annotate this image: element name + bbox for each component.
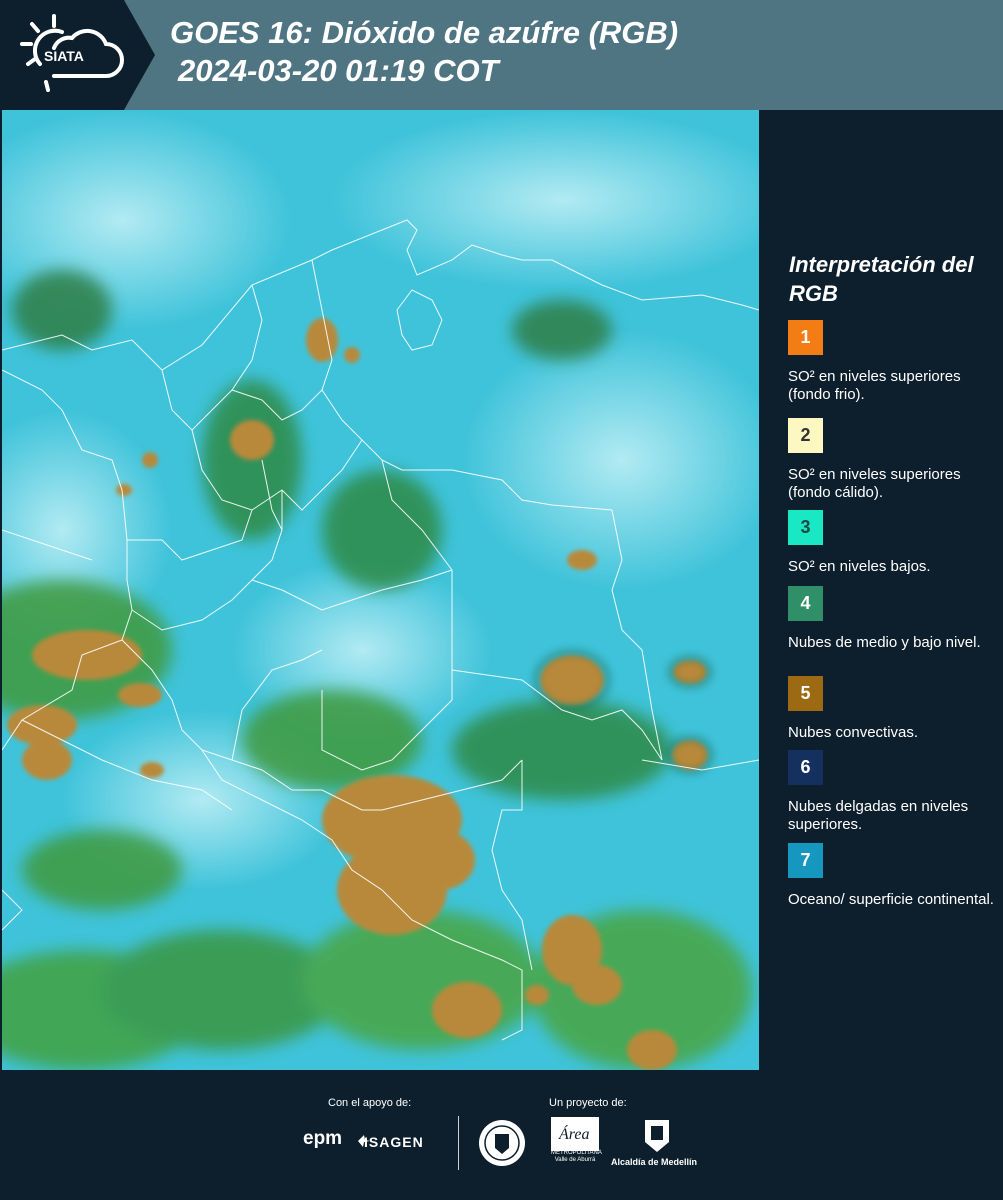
legend-item-4: 4 Nubes de medio y bajo nivel. bbox=[788, 586, 998, 652]
page-title: GOES 16: Dióxido de azúfre (RGB) 2024-03-… bbox=[170, 14, 678, 90]
legend-swatch-7: 7 bbox=[788, 843, 823, 878]
legend-label-2: SO² en niveles superiores (fondo cálido)… bbox=[788, 466, 961, 501]
legend-swatch-1: 1 bbox=[788, 320, 823, 355]
footer: Con el apoyo de: Un proyecto de: epm ISA… bbox=[0, 1070, 1003, 1200]
support-label: Con el apoyo de: bbox=[328, 1097, 412, 1109]
logo-text: SIATA bbox=[44, 48, 84, 64]
alcaldia-shield-icon bbox=[645, 1120, 669, 1152]
legend-label-4: Nubes de medio y bajo nivel. bbox=[788, 634, 981, 651]
area-line-2: Valle de Aburrá bbox=[554, 1157, 596, 1163]
legend-label-1: SO² en niveles superiores (fondo frio). bbox=[788, 368, 961, 403]
area-metropolitana-logo-icon: Área bbox=[551, 1117, 599, 1151]
area-metropolitana-label: METROPOLITANA Valle de Aburrá bbox=[551, 1150, 602, 1164]
footer-divider bbox=[458, 1116, 459, 1170]
siata-logo: SIATA bbox=[0, 0, 155, 110]
svg-text:Área: Área bbox=[558, 1124, 590, 1143]
legend-label-6: Nubes delgadas en niveles superiores. bbox=[788, 798, 969, 833]
epm-logo: epm bbox=[303, 1128, 343, 1149]
legend-item-6: 6 Nubes delgadas en niveles superiores. bbox=[788, 750, 998, 834]
legend-swatch-3: 3 bbox=[788, 510, 823, 545]
alcaldia-label: Alcaldía de Medellín bbox=[611, 1157, 698, 1167]
legend-item-5: 5 Nubes convectivas. bbox=[788, 676, 998, 742]
universidad-seal-icon bbox=[479, 1120, 525, 1166]
title-line-2: 2024-03-20 01:19 COT bbox=[178, 53, 499, 88]
title-line-1: GOES 16: Dióxido de azúfre (RGB) bbox=[170, 15, 679, 50]
legend-label-7: Oceano/ superficie continental. bbox=[788, 891, 994, 908]
legend-swatch-5: 5 bbox=[788, 676, 823, 711]
map-image bbox=[2, 110, 759, 1070]
legend-swatch-6: 6 bbox=[788, 750, 823, 785]
header-bar: SIATA GOES 16: Dióxido de azúfre (RGB) 20… bbox=[0, 0, 1003, 110]
legend-swatch-4: 4 bbox=[788, 586, 823, 621]
legend-item-7: 7 Oceano/ superficie continental. bbox=[788, 843, 998, 909]
isagen-logo: ISAGEN bbox=[364, 1134, 424, 1150]
legend-label-5: Nubes convectivas. bbox=[788, 724, 919, 741]
legend-item-3: 3 SO² en niveles bajos. bbox=[788, 510, 998, 576]
area-line-1: METROPOLITANA bbox=[551, 1150, 602, 1156]
legend-label-3: SO² en niveles bajos. bbox=[788, 558, 931, 575]
siata-sun-cloud-icon: SIATA bbox=[20, 14, 124, 92]
project-label: Un proyecto de: bbox=[549, 1097, 627, 1109]
legend-title: Interpretación del RGB bbox=[789, 252, 974, 306]
legend-item-1: 1 SO² en niveles superiores (fondo frio)… bbox=[788, 320, 998, 404]
legend-swatch-2: 2 bbox=[788, 418, 823, 453]
satellite-map bbox=[2, 110, 759, 1070]
legend-item-2: 2 SO² en niveles superiores (fondo cálid… bbox=[788, 418, 998, 512]
legend-panel: Interpretación del RGB 1 SO² en niveles … bbox=[760, 110, 1003, 1070]
